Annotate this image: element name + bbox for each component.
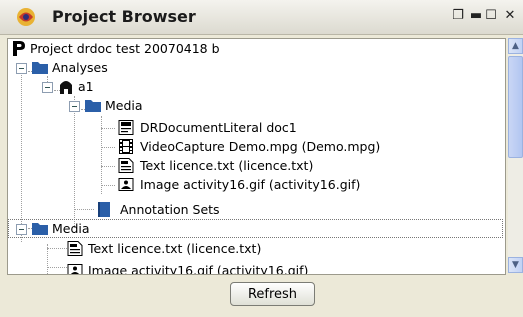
- tree-item-label: Analyses: [52, 60, 108, 75]
- tree-item-label: Text licence.txt (licence.txt): [140, 158, 314, 173]
- tree-item-project[interactable]: Project drdoc test 20070418 b: [8, 39, 503, 58]
- tree-item-image[interactable]: Image activity16.gif (activity16.gif): [8, 175, 503, 194]
- folder-icon: [32, 223, 48, 235]
- project-p-icon: [13, 41, 25, 56]
- notebook-icon: [98, 202, 110, 217]
- tree-item-document[interactable]: DRDocumentLiteral doc1: [8, 118, 503, 137]
- tree-item-a1[interactable]: a1: [8, 77, 503, 96]
- document-icon: [118, 120, 134, 135]
- window-title: Project Browser: [52, 7, 196, 26]
- tree-item-text-root[interactable]: Text licence.txt (licence.txt): [8, 239, 503, 258]
- tree-item-media-root[interactable]: Media: [8, 219, 503, 238]
- tree-item-text[interactable]: Text licence.txt (licence.txt): [8, 156, 503, 175]
- tree-item-label: Project drdoc test 20070418 b: [30, 41, 220, 56]
- tree-item-label: VideoCapture Demo.mpg (Demo.mpg): [140, 139, 381, 154]
- text-file-icon: [67, 241, 83, 256]
- analysis-icon: [60, 81, 72, 94]
- film-icon: [119, 139, 133, 154]
- project-tree[interactable]: Project drdoc test 20070418 b Analyses a…: [7, 38, 506, 275]
- folder-icon: [32, 62, 48, 74]
- tree-item-label: a1: [78, 79, 94, 94]
- title-bar[interactable]: Project Browser ❐ ▬ ☐ ✕: [0, 0, 523, 35]
- image-icon: [67, 264, 83, 274]
- tree-item-label: Image activity16.gif (activity16.gif): [140, 177, 361, 192]
- image-icon: [118, 178, 134, 191]
- collapse-toggle-icon[interactable]: [42, 82, 53, 93]
- scroll-down-icon[interactable]: ▼: [508, 257, 523, 273]
- tree-item-label: Media: [52, 221, 90, 236]
- collapse-toggle-icon[interactable]: [16, 224, 27, 235]
- scroll-thumb[interactable]: [508, 56, 523, 158]
- scroll-up-icon[interactable]: ▲: [508, 38, 523, 54]
- maximize-icon[interactable]: ☐: [484, 9, 498, 23]
- tree-item-video[interactable]: VideoCapture Demo.mpg (Demo.mpg): [8, 137, 503, 156]
- tree-item-label: Annotation Sets: [120, 202, 220, 217]
- tree-item-label: Image activity16.gif (activity16.gif): [88, 263, 309, 275]
- refresh-button[interactable]: Refresh: [230, 282, 315, 306]
- app-icon: [17, 8, 35, 26]
- folder-icon: [85, 100, 101, 112]
- collapse-toggle-icon[interactable]: [69, 101, 80, 112]
- tree-item-label: DRDocumentLiteral doc1: [140, 120, 297, 135]
- tree-item-label: Text licence.txt (licence.txt): [88, 241, 262, 256]
- tree-item-image-root[interactable]: Image activity16.gif (activity16.gif): [8, 261, 503, 275]
- tree-item-media[interactable]: Media: [8, 96, 503, 115]
- minimize-icon[interactable]: ▬: [469, 9, 483, 23]
- tree-item-annotation-sets[interactable]: Annotation Sets: [8, 200, 503, 219]
- text-file-icon: [118, 158, 134, 173]
- tree-item-label: Media: [105, 98, 143, 113]
- collapse-toggle-icon[interactable]: [16, 63, 27, 74]
- vertical-scrollbar[interactable]: ▲ ▼: [508, 38, 523, 273]
- restore-icon[interactable]: ❐: [451, 9, 465, 23]
- project-browser-window: Project Browser ❐ ▬ ☐ ✕ Project drdoc te…: [0, 0, 523, 317]
- tree-item-analyses[interactable]: Analyses: [8, 58, 503, 77]
- close-icon[interactable]: ✕: [503, 9, 517, 23]
